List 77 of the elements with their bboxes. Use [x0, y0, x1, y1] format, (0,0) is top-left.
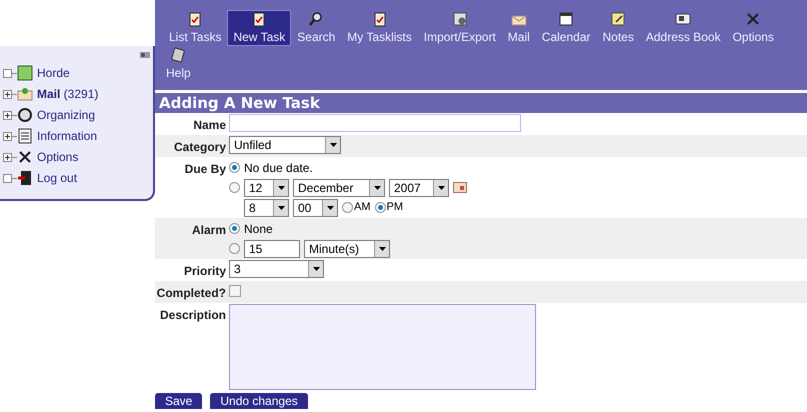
form-button[interactable]: Undo changes — [210, 393, 308, 409]
name-field[interactable] — [229, 114, 521, 132]
option-label: No due date. — [244, 160, 313, 176]
caret-icon — [312, 267, 320, 271]
caret-icon — [326, 206, 334, 210]
search-icon — [308, 11, 324, 27]
caret-icon — [278, 206, 284, 210]
plus-icon — [4, 90, 11, 98]
month-select[interactable]: December — [293, 178, 385, 196]
radio-button[interactable] — [229, 223, 240, 234]
clipboard-icon — [372, 11, 388, 27]
tools-icon — [745, 11, 762, 27]
toolbar-button[interactable]: Options — [726, 10, 780, 46]
sidebar-link[interactable]: Log out — [37, 169, 78, 187]
document-icon — [17, 128, 33, 144]
page-title: Adding A New Task — [155, 93, 807, 113]
toolbar-button[interactable]: List Tasks — [163, 10, 228, 46]
sidebar-link[interactable]: Horde — [37, 64, 70, 82]
toolbar-button[interactable]: Help — [160, 46, 197, 82]
toolbar-button[interactable]: Mail — [502, 10, 536, 46]
sidebar-link[interactable]: Mail (3291) — [37, 85, 98, 103]
toolbar-button[interactable]: Calendar — [536, 10, 596, 46]
plus-icon — [4, 132, 11, 140]
clipboard-icon — [187, 11, 204, 27]
tools-icon — [17, 149, 33, 165]
caret-icon — [374, 186, 380, 190]
priority-select[interactable]: 3 — [229, 260, 324, 278]
toolbar-button[interactable]: Import/Export — [418, 10, 502, 46]
toolbar-button[interactable]: My Tasklists — [341, 10, 418, 46]
plus-icon — [4, 112, 11, 118]
form-button[interactable]: Save — [155, 393, 202, 409]
field-label: Description — [158, 307, 227, 324]
unit-select[interactable]: Minute(s) — [304, 240, 390, 258]
caret-icon — [438, 186, 444, 190]
caret-icon — [330, 143, 336, 147]
field-label: Alarm — [190, 222, 227, 239]
toolbar-button[interactable]: Address Book — [640, 10, 727, 46]
field-label: Completed? — [156, 285, 227, 302]
field-label: Name — [192, 117, 227, 134]
radio-button[interactable] — [229, 243, 240, 254]
field-label: Category — [172, 139, 227, 156]
field-label: Due By — [184, 161, 227, 178]
year-select[interactable]: 2007 — [389, 178, 449, 196]
sidebar-link[interactable]: Options — [37, 148, 78, 166]
day-select[interactable]: 12 — [244, 178, 289, 196]
calendar-icon[interactable] — [453, 182, 467, 193]
checkbox[interactable] — [229, 285, 241, 297]
radio-button[interactable] — [229, 182, 240, 193]
caret-icon — [378, 246, 386, 250]
expand-toggle[interactable] — [3, 132, 12, 140]
caret-icon — [278, 186, 284, 190]
option-label: PM — [386, 200, 403, 216]
expand-toggle[interactable] — [3, 152, 12, 162]
toolbar-button[interactable]: Search — [291, 10, 342, 46]
sidebar-link[interactable]: Information — [37, 127, 98, 145]
minute-select[interactable]: 00 — [293, 198, 338, 216]
toolbar-button[interactable]: New Task — [227, 10, 292, 46]
envelope-icon — [17, 86, 33, 102]
alarm-value-field[interactable]: 15 — [244, 240, 300, 258]
category-select[interactable]: Unfiled — [229, 136, 341, 154]
description-field[interactable] — [229, 304, 536, 390]
option-label: AM — [354, 200, 370, 216]
hour-select[interactable]: 8 — [244, 198, 289, 216]
field-label: Priority — [182, 263, 227, 280]
clipboard-icon — [251, 11, 268, 27]
expand-toggle[interactable] — [3, 90, 12, 98]
card-icon — [675, 11, 692, 27]
toolbar-button[interactable]: Notes — [596, 10, 640, 46]
plus-icon — [4, 154, 11, 160]
radio-button[interactable] — [229, 162, 240, 173]
expand-toggle[interactable] — [3, 110, 12, 120]
note-icon — [610, 11, 626, 27]
sidebar-link[interactable]: Organizing — [37, 106, 96, 124]
calendar-icon — [558, 11, 574, 27]
option-label: None — [244, 220, 273, 238]
radio-button[interactable] — [342, 202, 353, 213]
radio-button[interactable] — [374, 202, 386, 213]
